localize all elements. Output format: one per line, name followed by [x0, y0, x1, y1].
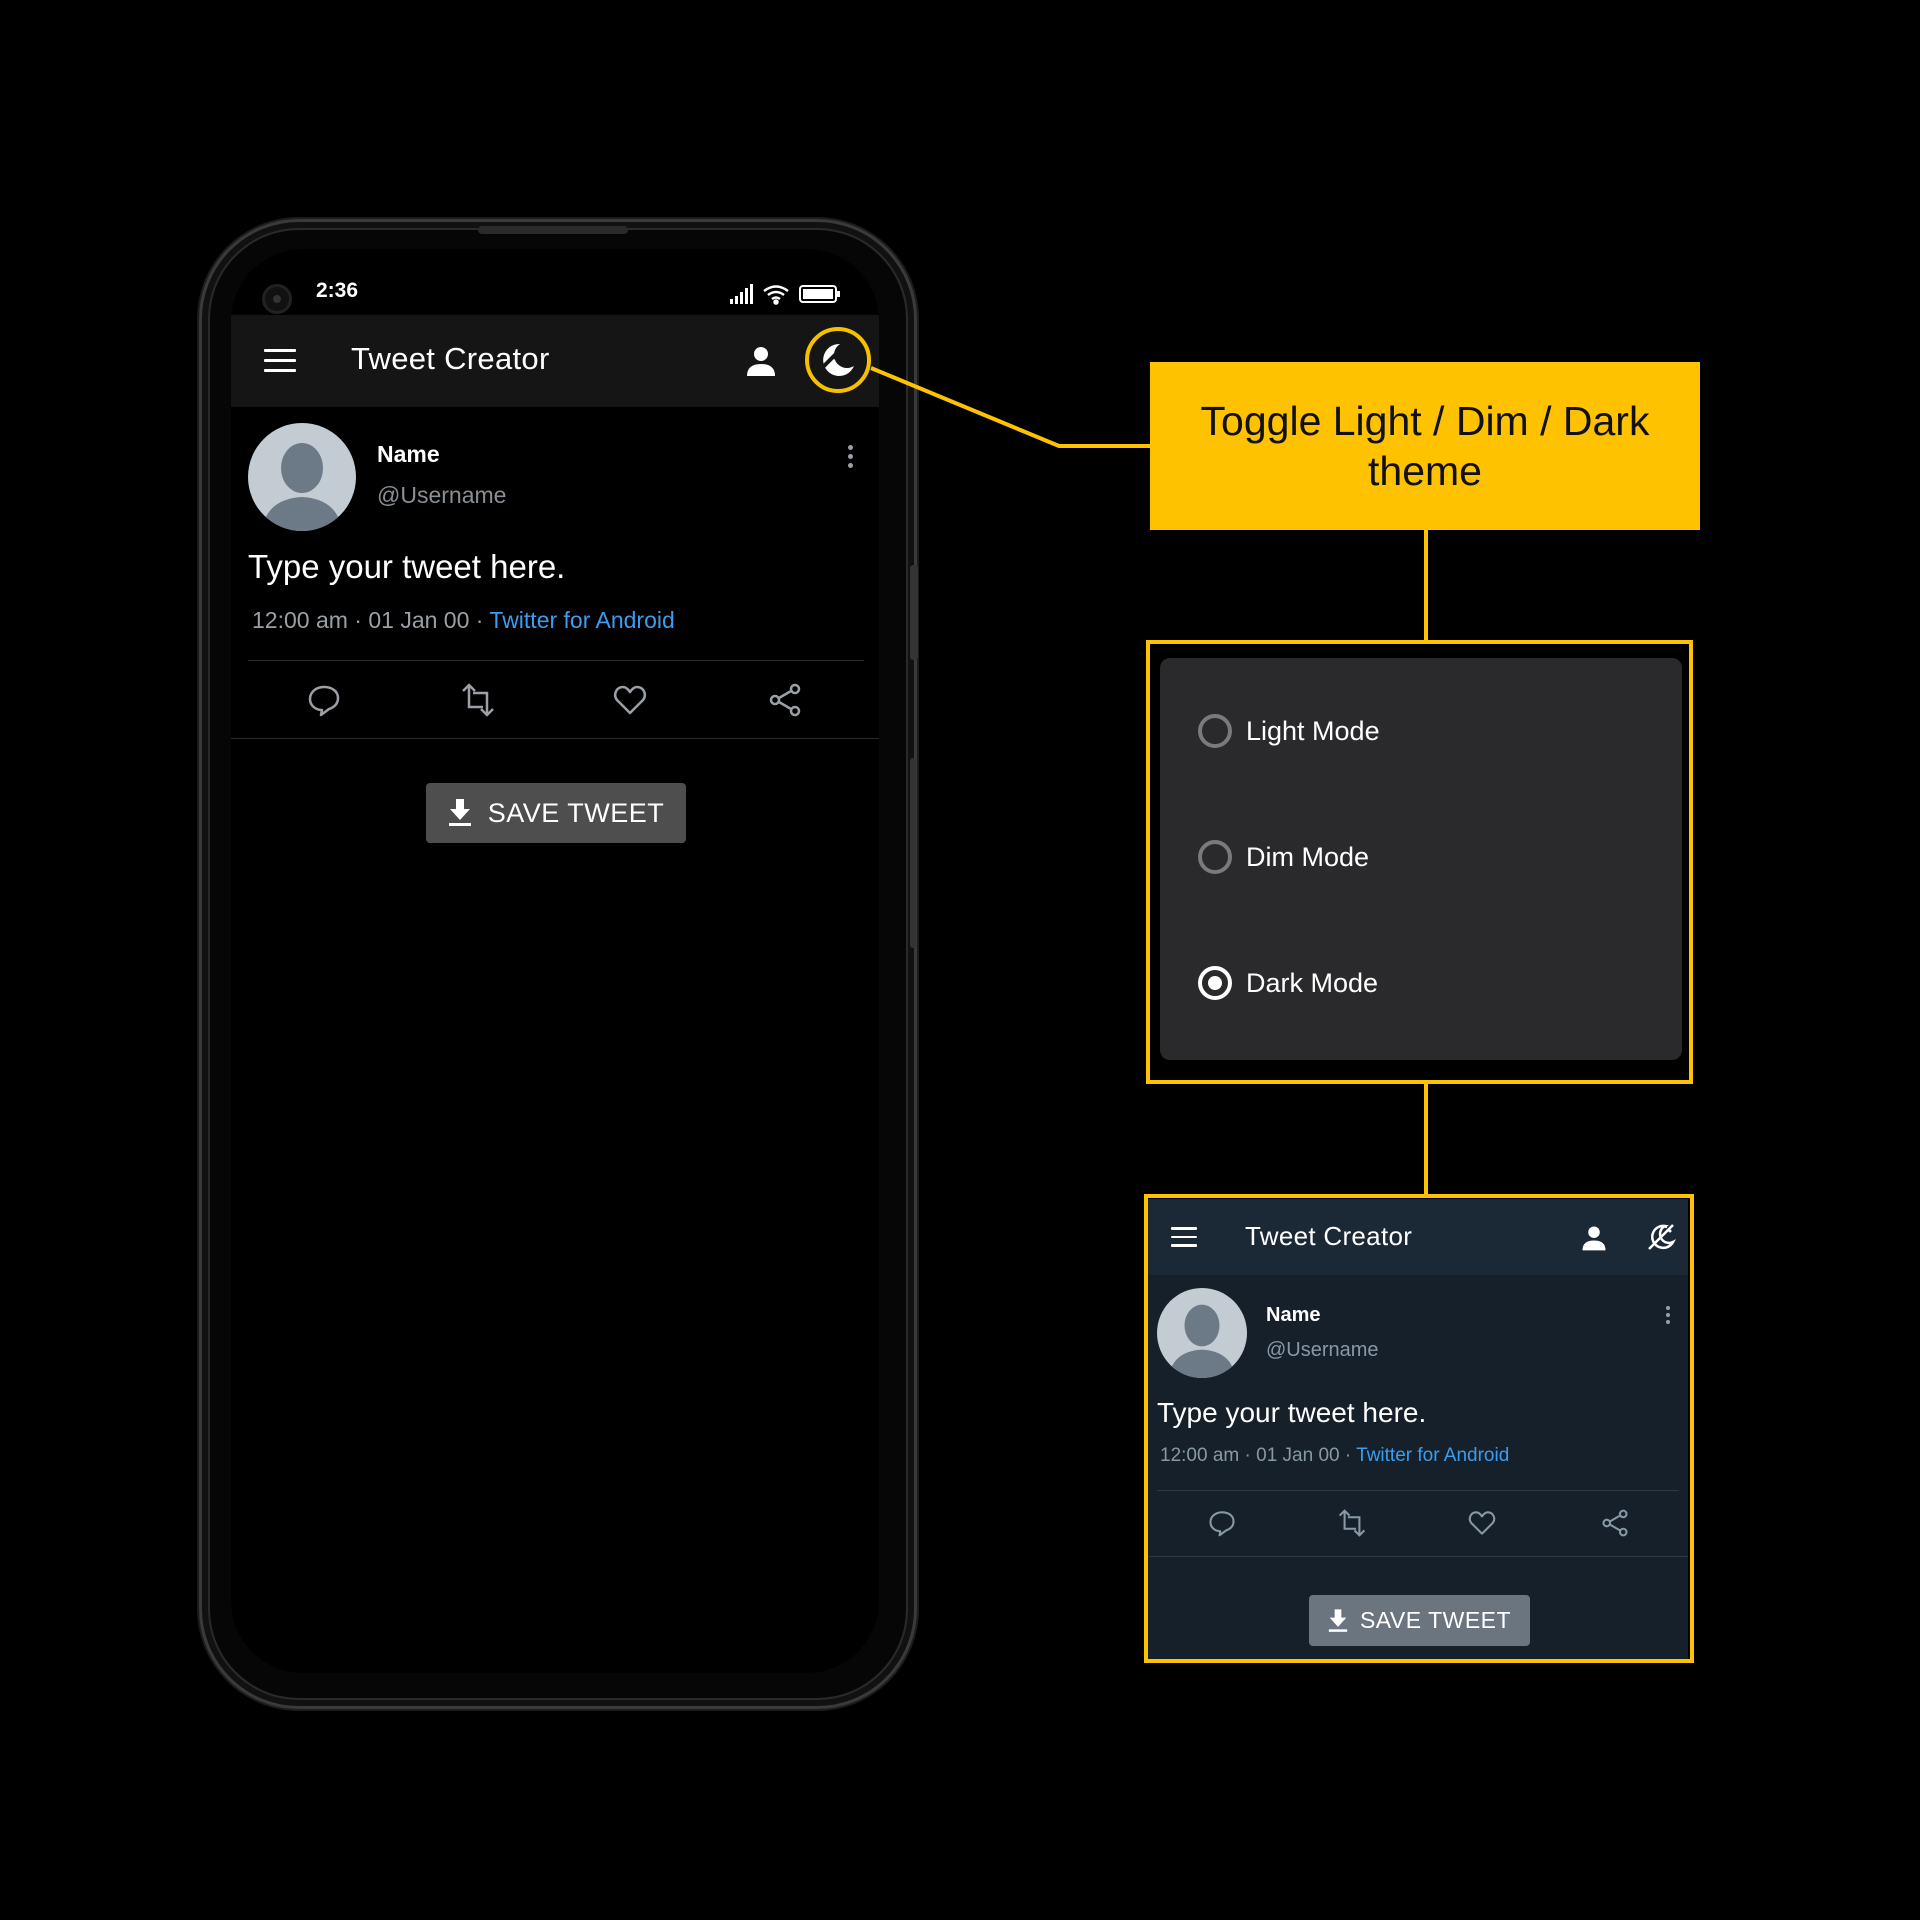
callout-box: Toggle Light / Dim / Dark theme: [1150, 362, 1700, 530]
dim-preview-frame: [1144, 1194, 1694, 1663]
theme-option-dim[interactable]: Dim Mode: [1198, 840, 1369, 874]
theme-option-light[interactable]: Light Mode: [1198, 714, 1380, 748]
radio-dim[interactable]: [1198, 840, 1232, 874]
radio-dark[interactable]: [1198, 966, 1232, 1000]
theme-option-dark[interactable]: Dark Mode: [1198, 966, 1378, 1000]
theme-option-label: Dim Mode: [1246, 841, 1370, 872]
theme-option-label: Dark Mode: [1246, 967, 1379, 998]
theme-option-label: Light Mode: [1246, 715, 1380, 746]
radio-light[interactable]: [1198, 714, 1232, 748]
